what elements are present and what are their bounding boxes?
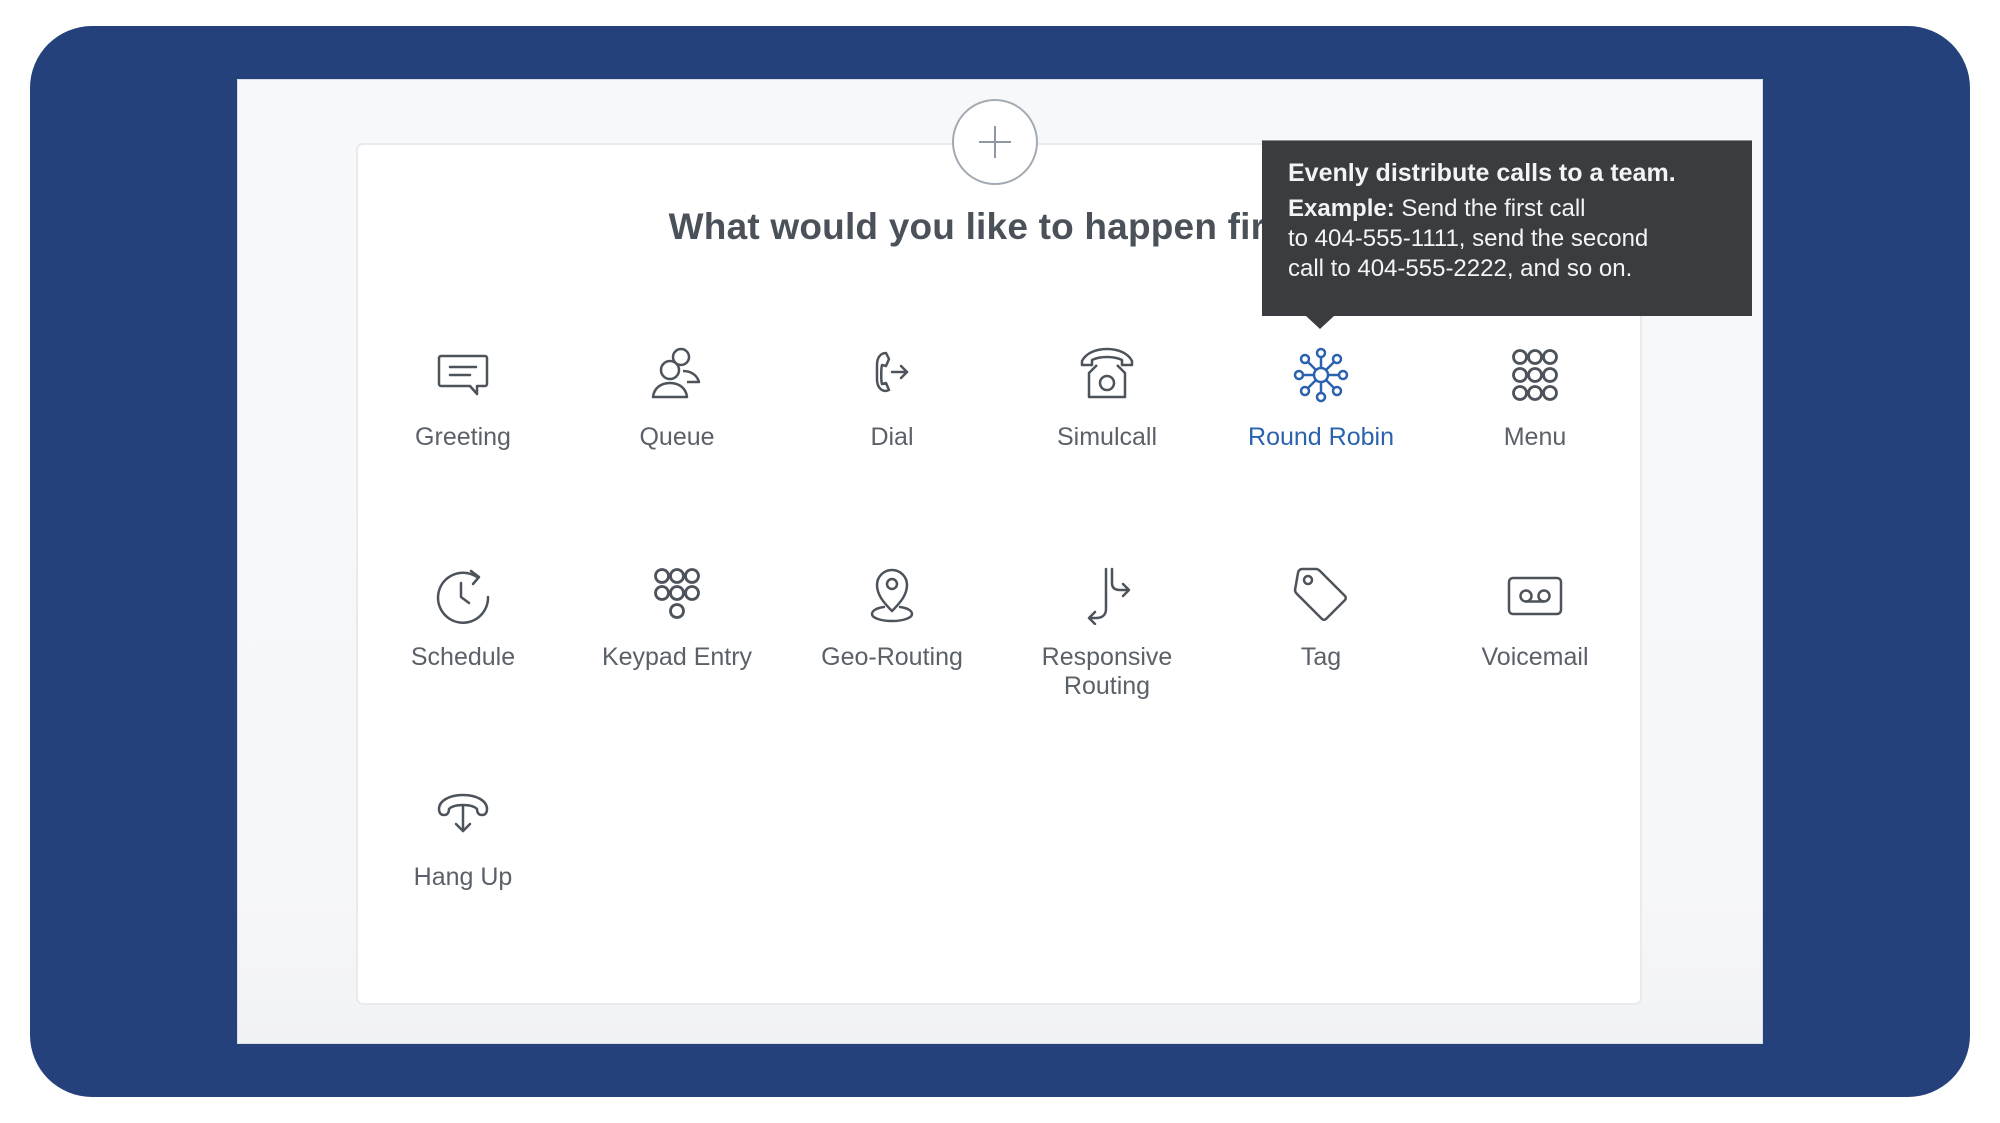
option-label: Geo-Routing xyxy=(821,643,963,671)
tooltip-example-text: call to 404-555-2222, and so on. xyxy=(1288,255,1633,282)
phone-forward-icon xyxy=(875,351,909,393)
option-label: Keypad Entry xyxy=(601,643,753,671)
option-label: Greeting xyxy=(415,423,511,451)
option-greeting[interactable]: Greeting xyxy=(363,345,563,515)
split-arrows-icon xyxy=(1087,567,1131,625)
add-step-button[interactable] xyxy=(952,99,1038,185)
option-label-line: Routing xyxy=(1063,672,1151,700)
option-label: Schedule xyxy=(410,643,516,671)
option-responsive-routing[interactable]: Responsive Routing xyxy=(1007,565,1207,735)
users-icon xyxy=(651,347,701,399)
round-robin-tooltip: Evenly distribute calls to a team. Examp… xyxy=(1262,140,1752,329)
map-pin-icon xyxy=(870,568,914,623)
option-round-robin[interactable]: Round Robin xyxy=(1221,345,1421,515)
option-label: Tag xyxy=(1300,643,1342,671)
tooltip-arrow xyxy=(1306,316,1334,329)
option-queue[interactable]: Queue xyxy=(577,345,777,515)
option-dial[interactable]: Dial xyxy=(792,345,992,515)
clock-refresh-icon xyxy=(436,569,490,624)
option-tag[interactable]: Tag xyxy=(1221,565,1421,735)
option-hang-up[interactable]: Hang Up xyxy=(363,785,563,955)
option-label: Responsive Routing xyxy=(1007,643,1207,701)
option-label: Menu xyxy=(1503,423,1567,451)
tooltip-example-text: Send the first call xyxy=(1394,195,1586,222)
option-label: Voicemail xyxy=(1481,643,1589,671)
option-menu[interactable]: Menu xyxy=(1435,345,1635,515)
option-geo-routing[interactable]: Geo-Routing xyxy=(792,565,992,735)
tooltip-body: Example: Send the first call to 404-555-… xyxy=(1288,194,1728,284)
option-label: Hang Up xyxy=(413,863,513,891)
hang-up-icon xyxy=(437,793,489,833)
option-label: Round Robin xyxy=(1248,423,1394,451)
dialpad-icon xyxy=(654,568,700,619)
option-label: Dial xyxy=(870,423,914,451)
option-voicemail[interactable]: Voicemail xyxy=(1435,565,1635,735)
option-label: Simulcall xyxy=(1056,423,1158,451)
tooltip-example-label: Example: xyxy=(1288,195,1395,222)
plus-icon xyxy=(979,126,1011,158)
option-keypad-entry[interactable]: Keypad Entry xyxy=(577,565,777,735)
option-simulcall[interactable]: Simulcall xyxy=(1007,345,1207,515)
speech-bubble-icon xyxy=(437,354,489,396)
keypad-grid-icon xyxy=(1512,349,1558,401)
desk-phone-icon xyxy=(1080,347,1134,399)
option-label: Queue xyxy=(639,423,715,451)
option-schedule[interactable]: Schedule xyxy=(363,565,563,735)
hub-network-icon xyxy=(1293,347,1349,403)
tooltip-example-text: to 404-555-1111, send the second xyxy=(1288,225,1649,252)
tag-icon xyxy=(1293,567,1347,621)
option-label-line: Responsive xyxy=(1041,643,1173,671)
tooltip-title: Evenly distribute calls to a team. xyxy=(1288,159,1676,187)
voicemail-icon xyxy=(1507,576,1563,616)
